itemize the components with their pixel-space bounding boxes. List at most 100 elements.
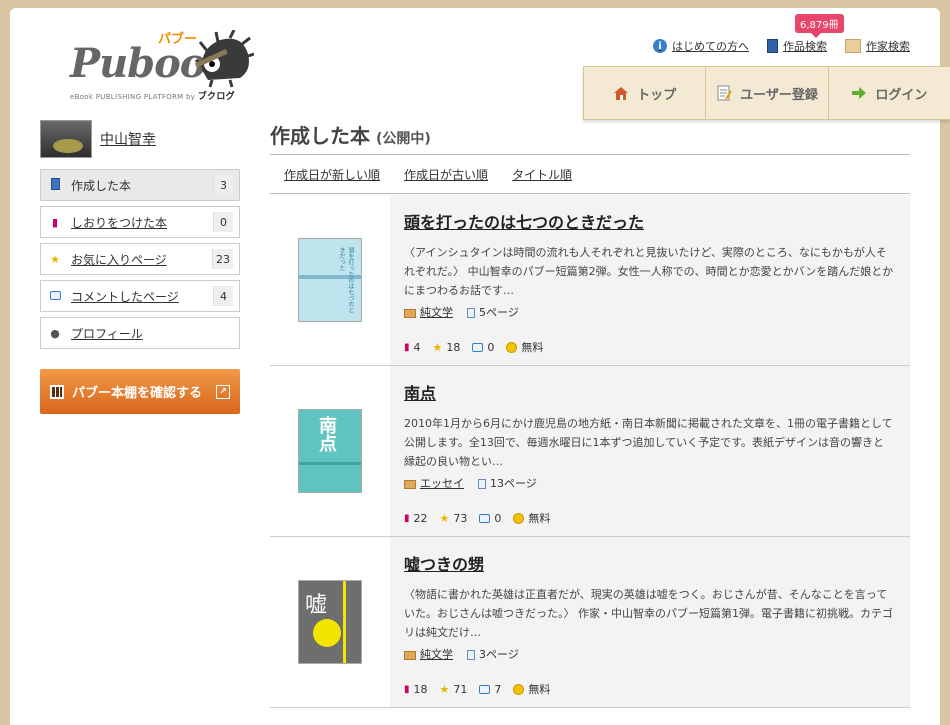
user-name-link[interactable]: 中山智幸 [100, 129, 156, 149]
comment-count: 0 [487, 340, 495, 354]
bookmark-count: 18 [413, 682, 428, 696]
favorite-stat: ★ 18 [433, 341, 461, 354]
price-label: 無料 [528, 512, 551, 525]
genre-tag[interactable]: 純文学 [404, 304, 453, 320]
book-stats: ▮ 4 ★ 18 0 無料 [404, 339, 543, 355]
avatar[interactable] [40, 120, 92, 158]
genre-label: 純文学 [420, 306, 453, 319]
sidebar-item-label: 作成した本 [71, 178, 132, 193]
beginners-link-label: はじめての方へ [672, 40, 749, 53]
book-info: 嘘つきの甥 〈物語に書かれた英雄は正直者だが、現実の英雄は嘘をつく。おじさんが昔… [390, 537, 910, 707]
sidebar-item-bookmarked-books[interactable]: ▮ しおりをつけた本 0 [40, 206, 240, 238]
book-meta: エッセイ 13ページ [404, 475, 894, 491]
book-cover[interactable]: 頭を打ったのは七つのときだった [298, 238, 362, 322]
genre-label: 純文学 [420, 648, 453, 661]
page-icon [478, 479, 486, 489]
book-cover[interactable]: 南点 [298, 409, 362, 493]
home-icon [614, 87, 629, 100]
nav-top-button[interactable]: トップ [584, 67, 707, 119]
book-title-link[interactable]: 頭を打ったのは七つのときだった [404, 209, 644, 233]
folder-icon [404, 650, 416, 660]
book-cover-title: 頭を打ったのは七つのときだった [338, 247, 354, 313]
bookmark-icon: ▮ [404, 512, 410, 524]
sort-title-link[interactable]: タイトル順 [512, 166, 572, 183]
book-description: 〈物語に書かれた英雄は正直者だが、現実の英雄は嘘をつく。おじさんが昔、そんなこと… [404, 588, 893, 639]
logo-subtitle: eBook PUBLISHING PLATFORM by ブクログ [70, 92, 235, 102]
sidebar-item-count: 3 [213, 175, 233, 195]
price-stat: 無料 [513, 681, 550, 697]
comment-icon [479, 513, 491, 523]
bookmark-stat: ▮ 4 [404, 341, 421, 354]
sidebar-item-label: しおりをつけた本 [71, 215, 168, 230]
sidebar-menu: 作成した本 3 ▮ しおりをつけた本 0 ★ お気に入りページ 23 コメントし… [40, 169, 240, 354]
comment-count: 0 [494, 511, 502, 525]
puboo-logo[interactable]: Puboo パブー eBook PUBLISHING PLATFORM by ブ… [62, 26, 262, 106]
sidebar-item-commented-pages[interactable]: コメントしたページ 4 [40, 280, 240, 312]
book-info: 南点 2010年1月から6月にかけ鹿児島の地方紙・南日本新聞に掲載された文章を、… [390, 366, 910, 536]
nav-login-button[interactable]: ログイン [829, 67, 950, 119]
book-stats: ▮ 22 ★ 73 0 無料 [404, 510, 550, 526]
book-cover-title: 嘘 [305, 593, 328, 618]
main-nav: トップ ユーザー登録 ログイン [583, 66, 950, 120]
book-item: 南点 南点 2010年1月から6月にかけ鹿児島の地方紙・南日本新聞に掲載された文… [270, 366, 910, 537]
comment-stat: 0 [472, 341, 494, 354]
sidebar-item-label: お気に入りページ [71, 252, 167, 267]
sidebar-item-label: コメントしたページ [71, 289, 179, 304]
page-count: 5ページ [467, 304, 519, 320]
book-meta: 純文学 5ページ [404, 304, 894, 320]
comment-count: 7 [494, 682, 502, 696]
comment-icon [479, 684, 491, 694]
favorite-count: 18 [446, 340, 461, 354]
author-search-link[interactable]: 作家検索 [845, 38, 910, 54]
book-count-badge: 6,879冊 [795, 14, 844, 38]
genre-tag[interactable]: 純文学 [404, 646, 453, 662]
sort-newest-link[interactable]: 作成日が新しい順 [284, 166, 380, 183]
sort-oldest-link[interactable]: 作成日が古い順 [404, 166, 488, 183]
price-stat: 無料 [506, 339, 543, 355]
register-icon [717, 85, 732, 101]
favorite-count: 71 [453, 682, 468, 696]
page-icon [467, 650, 475, 660]
free-icon [513, 512, 525, 524]
nav-register-button[interactable]: ユーザー登録 [706, 67, 829, 119]
beginners-link[interactable]: i はじめての方へ [653, 38, 749, 54]
page-title: 作成した本 (公開中) [270, 120, 431, 149]
sidebar-item-count: 23 [212, 249, 233, 269]
page-icon [467, 308, 475, 318]
page-count-label: 5ページ [479, 306, 519, 319]
price-label: 無料 [521, 341, 544, 354]
page-count-label: 3ページ [479, 648, 519, 661]
genre-tag[interactable]: エッセイ [404, 475, 464, 491]
star-icon: ★ [50, 252, 60, 266]
page-count-label: 13ページ [490, 477, 537, 490]
book-cover[interactable]: 嘘 [298, 580, 362, 664]
free-icon [513, 683, 525, 695]
book-item: 頭を打ったのは七つのときだった 頭を打ったのは七つのときだった 〈アインシュタイ… [270, 195, 910, 366]
sidebar-item-favorite-pages[interactable]: ★ お気に入りページ 23 [40, 243, 240, 275]
folder-icon [404, 479, 416, 489]
book-info: 頭を打ったのは七つのときだった 〈アインシュタインは時間の流れも人それぞれと見抜… [390, 195, 910, 365]
book-search-link[interactable]: 6,879冊 作品検索 [767, 14, 844, 54]
book-item: 嘘 嘘つきの甥 〈物語に書かれた英雄は正直者だが、現実の英雄は嘘をつく。おじさん… [270, 537, 910, 708]
book-description: 2010年1月から6月にかけ鹿児島の地方紙・南日本新聞に掲載された文章を、1冊の… [404, 417, 893, 468]
page-frame: Puboo パブー eBook PUBLISHING PLATFORM by ブ… [10, 8, 950, 725]
book-title-link[interactable]: 南点 [404, 380, 436, 404]
book-meta: 純文学 3ページ [404, 646, 894, 662]
book-title-link[interactable]: 嘘つきの甥 [404, 551, 484, 575]
logo-wordmark: Puboo [70, 40, 206, 87]
bookmark-count: 22 [413, 511, 428, 525]
sidebar-item-profile[interactable]: ● プロフィール [40, 317, 240, 349]
book-description: 〈アインシュタインは時間の流れも人それぞれと見抜いたけど、実際のところ、なにもか… [404, 246, 894, 297]
book-cover-title: 南点 [316, 416, 337, 452]
user-profile: 中山智幸 [40, 120, 156, 158]
logo-kana: パブー [158, 32, 198, 47]
genre-label: エッセイ [420, 477, 464, 490]
book-list: 頭を打ったのは七つのときだった 頭を打ったのは七つのときだった 〈アインシュタイ… [270, 195, 910, 708]
person-icon: ● [50, 326, 60, 340]
check-bookshelf-button[interactable]: パブー本棚を確認する ↗ [40, 369, 240, 414]
check-bookshelf-label: パブー本棚を確認する [72, 386, 203, 401]
arrow-right-icon [852, 87, 867, 99]
folder-icon [404, 308, 416, 318]
book-cover-cell: 頭を打ったのは七つのときだった [270, 195, 390, 365]
sidebar-item-created-books[interactable]: 作成した本 3 [40, 169, 240, 201]
